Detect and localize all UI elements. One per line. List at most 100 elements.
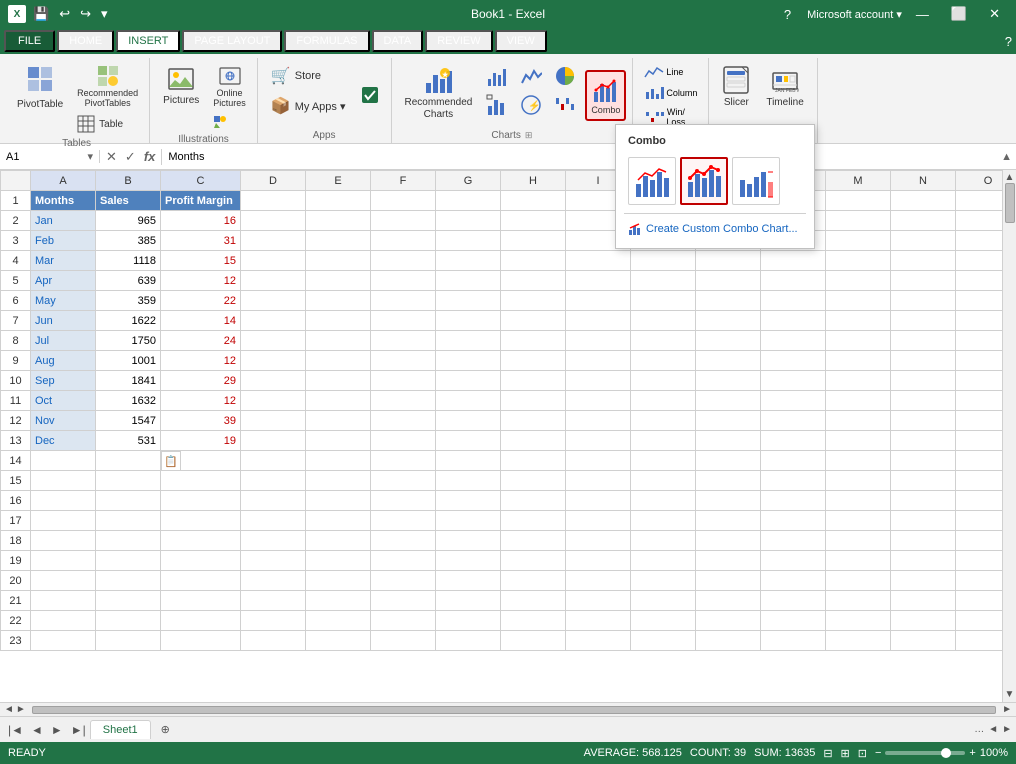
- minimize-button[interactable]: —: [908, 7, 937, 22]
- cell-empty[interactable]: [501, 351, 566, 371]
- cell-empty[interactable]: [566, 511, 631, 531]
- cell-empty[interactable]: [891, 251, 956, 271]
- cell-c13[interactable]: 19: [161, 431, 241, 451]
- cell-empty[interactable]: [826, 331, 891, 351]
- cell-empty[interactable]: [371, 511, 436, 531]
- cell-empty[interactable]: [631, 611, 696, 631]
- col-header-m[interactable]: M: [826, 171, 891, 191]
- shapes-button[interactable]: [208, 112, 251, 132]
- cell-empty[interactable]: [306, 551, 371, 571]
- charts-expand-icon[interactable]: ⊞: [525, 130, 533, 141]
- cell-b21[interactable]: [96, 591, 161, 611]
- cell-empty[interactable]: [956, 471, 1003, 491]
- col-header-f[interactable]: F: [371, 171, 436, 191]
- cell-empty[interactable]: [436, 471, 501, 491]
- name-box[interactable]: A1 ▾: [0, 150, 100, 163]
- help-icon[interactable]: ?: [1005, 34, 1012, 49]
- maximize-button[interactable]: ⬜: [943, 6, 975, 22]
- cell-empty[interactable]: [696, 251, 761, 271]
- pivot-chart-button[interactable]: [481, 91, 513, 119]
- sheet-tab-sheet1[interactable]: Sheet1: [90, 720, 151, 739]
- cell-empty[interactable]: [631, 411, 696, 431]
- cell-empty[interactable]: [891, 591, 956, 611]
- cell-empty[interactable]: [761, 291, 826, 311]
- cell-empty[interactable]: [696, 531, 761, 551]
- cell-empty[interactable]: [241, 551, 306, 571]
- cell-empty[interactable]: [436, 251, 501, 271]
- cell-empty[interactable]: [826, 531, 891, 551]
- cell-empty[interactable]: [501, 211, 566, 231]
- cell-empty[interactable]: [241, 391, 306, 411]
- horizontal-scrollbar[interactable]: ◄ ► ►: [0, 702, 1016, 716]
- cell-empty[interactable]: [566, 291, 631, 311]
- cell-empty[interactable]: [566, 451, 631, 471]
- cell-empty[interactable]: [371, 371, 436, 391]
- cell-a4[interactable]: Mar: [31, 251, 96, 271]
- cell-empty[interactable]: [826, 411, 891, 431]
- cell-empty[interactable]: [566, 271, 631, 291]
- cell-empty[interactable]: [826, 611, 891, 631]
- cell-a10[interactable]: Sep: [31, 371, 96, 391]
- sheet-nav-first[interactable]: |◄: [4, 723, 27, 737]
- timeline-button[interactable]: JAN FEB MAR Timeline: [759, 62, 810, 112]
- cell-empty[interactable]: [501, 191, 566, 211]
- cell-empty[interactable]: [306, 511, 371, 531]
- cell-empty[interactable]: [891, 451, 956, 471]
- cell-c7[interactable]: 14: [161, 311, 241, 331]
- cell-empty[interactable]: [956, 351, 1003, 371]
- cell-a2[interactable]: Jan: [31, 211, 96, 231]
- col-header-g[interactable]: G: [436, 171, 501, 191]
- cell-b23[interactable]: [96, 631, 161, 651]
- cell-empty[interactable]: [631, 451, 696, 471]
- menu-review[interactable]: REVIEW: [425, 30, 492, 52]
- cell-empty[interactable]: [566, 591, 631, 611]
- h-scroll-thumb[interactable]: [32, 706, 996, 714]
- cell-c3[interactable]: 31: [161, 231, 241, 251]
- scroll-up-arrow[interactable]: ▲: [1005, 172, 1015, 183]
- cell-empty[interactable]: [761, 311, 826, 331]
- cell-empty[interactable]: [566, 251, 631, 271]
- cell-empty[interactable]: [631, 291, 696, 311]
- sheet-nav-next[interactable]: ►: [47, 723, 67, 737]
- cell-empty[interactable]: [566, 391, 631, 411]
- bar-chart-button[interactable]: [481, 62, 513, 90]
- cell-empty[interactable]: [501, 291, 566, 311]
- cell-empty[interactable]: [631, 591, 696, 611]
- scroll-left-arrow[interactable]: ◄: [4, 704, 14, 715]
- cell-empty[interactable]: [631, 311, 696, 331]
- cell-empty[interactable]: [371, 631, 436, 651]
- cell-empty[interactable]: [306, 231, 371, 251]
- cell-empty[interactable]: [631, 491, 696, 511]
- cell-empty[interactable]: [826, 191, 891, 211]
- formula-expand-button[interactable]: ▲: [997, 151, 1016, 163]
- cell-empty[interactable]: [306, 191, 371, 211]
- recommended-pivottables-button[interactable]: RecommendedPivotTables: [72, 62, 143, 111]
- cell-empty[interactable]: [631, 391, 696, 411]
- cell-empty[interactable]: [501, 611, 566, 631]
- cell-empty[interactable]: [566, 571, 631, 591]
- name-box-dropdown[interactable]: ▾: [87, 150, 93, 163]
- cell-empty[interactable]: [306, 251, 371, 271]
- cell-empty[interactable]: [566, 491, 631, 511]
- zoom-slider[interactable]: [885, 751, 965, 755]
- cell-empty[interactable]: [956, 251, 1003, 271]
- cell-empty[interactable]: [891, 211, 956, 231]
- col-header-d[interactable]: D: [241, 171, 306, 191]
- cell-empty[interactable]: [306, 391, 371, 411]
- cell-empty[interactable]: [306, 611, 371, 631]
- cell-empty[interactable]: [891, 391, 956, 411]
- cell-empty[interactable]: [956, 571, 1003, 591]
- cell-empty[interactable]: [306, 471, 371, 491]
- cell-empty[interactable]: [566, 551, 631, 571]
- cell-empty[interactable]: [371, 331, 436, 351]
- win-loss-button[interactable]: [549, 91, 581, 119]
- cell-a6[interactable]: May: [31, 291, 96, 311]
- cell-empty[interactable]: [241, 511, 306, 531]
- col-header-e[interactable]: E: [306, 171, 371, 191]
- cell-empty[interactable]: [956, 411, 1003, 431]
- cell-empty[interactable]: [241, 411, 306, 431]
- table-button[interactable]: Table: [72, 112, 143, 136]
- cell-b10[interactable]: 1841: [96, 371, 161, 391]
- cell-a9[interactable]: Aug: [31, 351, 96, 371]
- cell-b17[interactable]: [96, 511, 161, 531]
